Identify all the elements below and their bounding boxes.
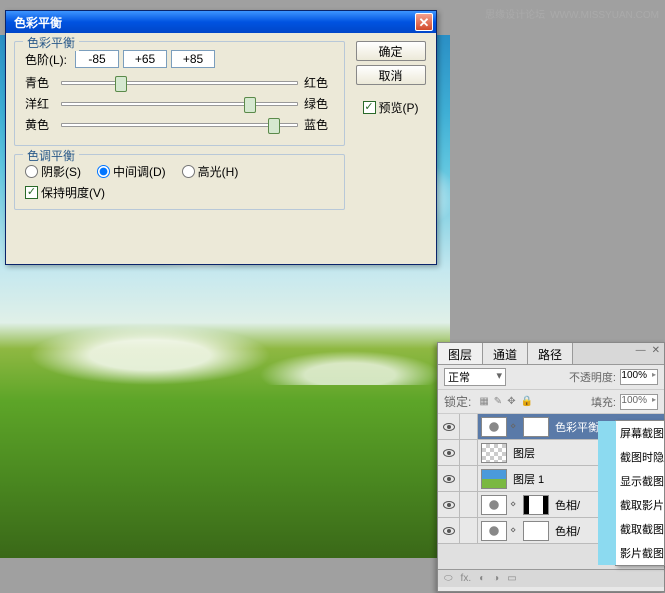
mask-thumbnail[interactable] bbox=[523, 521, 549, 541]
link-col[interactable] bbox=[460, 492, 478, 517]
tone-balance-group: 色调平衡 阴影(S) 中间调(D) 高光(H) ✓ 保持明度(V) bbox=[14, 154, 345, 210]
menu-item[interactable]: 截取截图 bbox=[616, 517, 664, 541]
dialog-titlebar[interactable]: 色彩平衡 ✕ bbox=[6, 11, 436, 33]
checkbox-checked-icon: ✓ bbox=[363, 101, 376, 114]
slider-thumb[interactable] bbox=[268, 118, 280, 134]
link-icon: ⋄ bbox=[510, 499, 520, 510]
color-balance-dialog: 色彩平衡 ✕ 色彩平衡 色阶(L): 青色 红色 洋红 bbox=[5, 10, 437, 265]
tab-paths[interactable]: 路径 bbox=[528, 343, 573, 364]
layer-thumbnail[interactable] bbox=[481, 417, 507, 437]
mask-thumbnail[interactable] bbox=[523, 417, 549, 437]
visibility-icon[interactable] bbox=[443, 501, 455, 509]
slider-label-cyan: 青色 bbox=[25, 74, 55, 91]
link-col[interactable] bbox=[460, 414, 478, 439]
color-balance-group: 色彩平衡 色阶(L): 青色 红色 洋红 绿色 bbox=[14, 41, 345, 146]
menu-item[interactable]: 截图时隐 bbox=[616, 445, 664, 469]
slider-label-green: 绿色 bbox=[304, 95, 334, 112]
lock-label: 锁定: bbox=[444, 393, 471, 410]
link-icon: ⋄ bbox=[510, 525, 520, 536]
lock-transparency-icon[interactable]: ▦ bbox=[479, 396, 488, 407]
link-icon: ⋄ bbox=[510, 421, 520, 432]
tab-layers[interactable]: 图层 bbox=[438, 343, 483, 364]
visibility-icon[interactable] bbox=[443, 527, 455, 535]
slider-yellow-blue[interactable] bbox=[61, 123, 298, 127]
close-button[interactable]: ✕ bbox=[415, 13, 433, 31]
layer-thumbnail[interactable] bbox=[481, 469, 507, 489]
group-legend: 色调平衡 bbox=[23, 147, 79, 164]
mask-icon[interactable]: ◐ bbox=[479, 573, 485, 584]
context-menu: 屏幕截图 截图时隐 显示截图 截取影片 截取截图 影片截图 bbox=[615, 420, 665, 566]
panel-tabs: 图层 通道 路径 — ✕ bbox=[438, 343, 664, 365]
adjustment-icon[interactable]: ◑ bbox=[493, 573, 499, 584]
close-icon: ✕ bbox=[419, 16, 430, 29]
level-input-cyan-red[interactable] bbox=[75, 50, 119, 68]
opacity-label: 不透明度: bbox=[569, 369, 616, 385]
fx-icon[interactable]: fx. bbox=[461, 573, 472, 584]
levels-label: 色阶(L): bbox=[25, 51, 67, 68]
slider-thumb[interactable] bbox=[115, 76, 127, 92]
tab-channels[interactable]: 通道 bbox=[483, 343, 528, 364]
radio-midtones[interactable]: 中间调(D) bbox=[97, 163, 166, 180]
slider-label-yellow: 黄色 bbox=[25, 116, 55, 133]
radio-shadows[interactable]: 阴影(S) bbox=[25, 163, 81, 180]
checkbox-checked-icon: ✓ bbox=[25, 186, 38, 199]
fill-label: 填充: bbox=[591, 394, 616, 410]
visibility-icon[interactable] bbox=[443, 449, 455, 457]
close-panel-icon[interactable]: ✕ bbox=[652, 345, 660, 356]
layer-thumbnail[interactable] bbox=[481, 495, 507, 515]
folder-icon[interactable]: ▭ bbox=[507, 573, 516, 584]
radio-input[interactable] bbox=[25, 165, 38, 178]
menu-item[interactable]: 屏幕截图 bbox=[616, 421, 664, 445]
slider-label-magenta: 洋红 bbox=[25, 95, 55, 112]
lock-all-icon[interactable]: 🔒 bbox=[521, 396, 533, 407]
menu-item[interactable]: 影片截图 bbox=[616, 541, 664, 565]
mask-thumbnail[interactable] bbox=[523, 495, 549, 515]
menu-item[interactable]: 显示截图 bbox=[616, 469, 664, 493]
radio-highlights[interactable]: 高光(H) bbox=[182, 163, 239, 180]
preserve-luminosity-checkbox[interactable]: ✓ 保持明度(V) bbox=[25, 184, 334, 201]
opacity-field[interactable]: 100% bbox=[620, 369, 658, 385]
dialog-title: 色彩平衡 bbox=[9, 14, 415, 31]
lock-pixels-icon[interactable]: ✎ bbox=[494, 396, 502, 407]
menu-item[interactable]: 截取影片 bbox=[616, 493, 664, 517]
slider-label-red: 红色 bbox=[304, 74, 334, 91]
layer-thumbnail[interactable] bbox=[481, 443, 507, 463]
slider-label-blue: 蓝色 bbox=[304, 116, 334, 133]
lock-position-icon[interactable]: ✥ bbox=[507, 396, 515, 407]
slider-thumb[interactable] bbox=[244, 97, 256, 113]
visibility-icon[interactable] bbox=[443, 475, 455, 483]
link-col[interactable] bbox=[460, 440, 478, 465]
level-input-yellow-blue[interactable] bbox=[171, 50, 215, 68]
menu-strip bbox=[598, 421, 616, 565]
slider-cyan-red[interactable] bbox=[61, 81, 298, 85]
cancel-button[interactable]: 取消 bbox=[356, 65, 426, 85]
blend-mode-dropdown[interactable]: 正常 bbox=[444, 368, 506, 386]
level-input-magenta-green[interactable] bbox=[123, 50, 167, 68]
radio-input[interactable] bbox=[97, 165, 110, 178]
preview-checkbox[interactable]: ✓ 预览(P) bbox=[363, 99, 419, 116]
fill-field[interactable]: 100% bbox=[620, 394, 658, 410]
link-layers-icon[interactable]: ⬭ bbox=[444, 573, 453, 584]
watermark: 思缘设计论坛WWW.MISSYUAN.COM bbox=[480, 6, 659, 21]
slider-magenta-green[interactable] bbox=[61, 102, 298, 106]
minimize-icon[interactable]: — bbox=[636, 345, 646, 356]
link-col[interactable] bbox=[460, 466, 478, 491]
panel-bottom-bar: ⬭ fx. ◐ ◑ ▭ bbox=[438, 569, 664, 587]
layer-thumbnail[interactable] bbox=[481, 521, 507, 541]
visibility-icon[interactable] bbox=[443, 423, 455, 431]
link-col[interactable] bbox=[460, 518, 478, 543]
radio-input[interactable] bbox=[182, 165, 195, 178]
group-legend: 色彩平衡 bbox=[23, 34, 79, 51]
ok-button[interactable]: 确定 bbox=[356, 41, 426, 61]
